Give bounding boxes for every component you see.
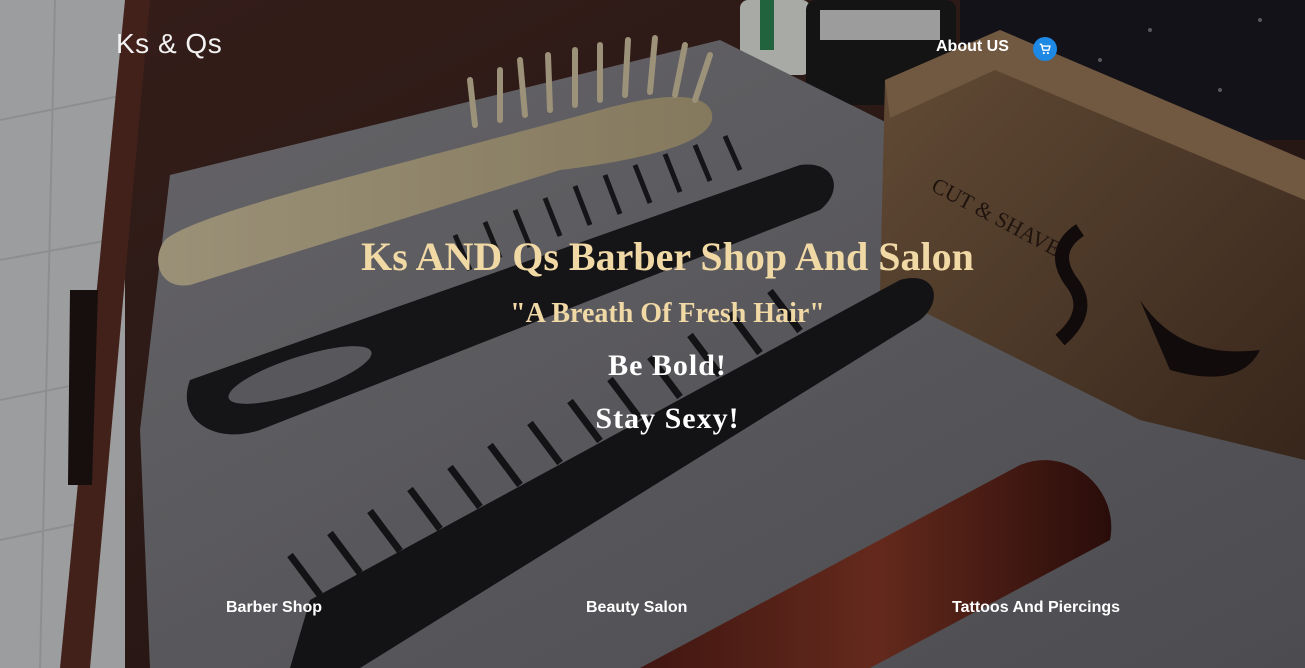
hero-title: Ks AND Qs Barber Shop And Salon — [361, 234, 974, 279]
hero-tagline: "A Breath Of Fresh Hair" — [510, 298, 825, 329]
service-link-beauty-salon[interactable]: Beauty Salon — [586, 599, 687, 617]
cart-glyph — [1039, 43, 1051, 55]
shopping-cart-icon[interactable] — [1033, 37, 1057, 61]
hero-background-photo: CUT & SHAVE — [0, 0, 1305, 668]
service-link-barber-shop[interactable]: Barber Shop — [226, 599, 322, 617]
hero-slogan-bold: Be Bold! — [608, 349, 727, 382]
nav-about-us-link[interactable]: About US — [936, 38, 1009, 56]
hero-slogan-sexy: Stay Sexy! — [595, 402, 740, 435]
brand-logo-text[interactable]: Ks & Qs — [116, 28, 222, 60]
service-link-tattoos-piercings[interactable]: Tattoos And Piercings — [952, 599, 1120, 617]
